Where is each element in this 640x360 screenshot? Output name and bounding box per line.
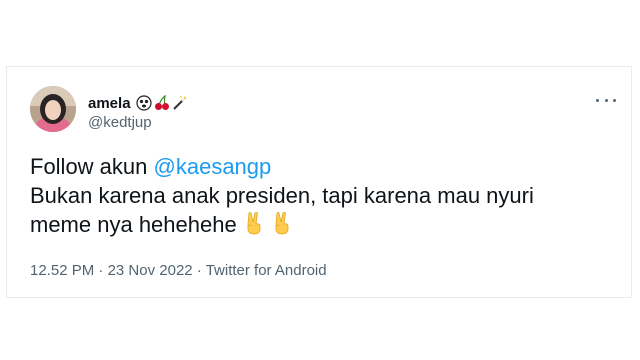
more-dot (613, 98, 616, 102)
magic-wand-emoji-icon (172, 95, 188, 111)
tweet-line-1: Follow akun @kaesangp (30, 152, 610, 181)
ghost-face-emoji-icon (135, 95, 152, 111)
meta-separator: · (94, 262, 108, 279)
tweet-line-3-text: meme nya hehehehe (30, 212, 237, 237)
avatar[interactable] (30, 86, 76, 132)
tweet-source[interactable]: Twitter for Android (206, 262, 327, 279)
meta-separator: · (192, 262, 206, 279)
mention-link[interactable]: @kaesangp (154, 154, 272, 179)
tweet-line-2: Bukan karena anak presiden, tapi karena … (30, 183, 534, 208)
display-name[interactable]: amela (88, 95, 131, 112)
user-handle[interactable]: @kedtjup (88, 114, 152, 131)
tweet-meta: 12.52 PM · 23 Nov 2022 · Twitter for And… (30, 262, 327, 279)
cherries-emoji-icon (154, 94, 170, 111)
more-dot (596, 98, 599, 102)
tweet-line-3: meme nya hehehehe (30, 210, 610, 239)
more-dot (604, 98, 608, 102)
tweet-date[interactable]: 23 Nov 2022 (108, 262, 193, 279)
more-options-icon[interactable] (596, 92, 616, 108)
victory-hand-emoji-icon (271, 211, 293, 235)
tweet-time[interactable]: 12.52 PM (30, 262, 94, 279)
tweet-line-1-prefix: Follow akun (30, 154, 154, 179)
victory-hand-emoji-icon (243, 211, 265, 235)
name-row: amela (88, 94, 190, 112)
tweet-text: Follow akun @kaesangp Bukan karena anak … (30, 152, 610, 239)
